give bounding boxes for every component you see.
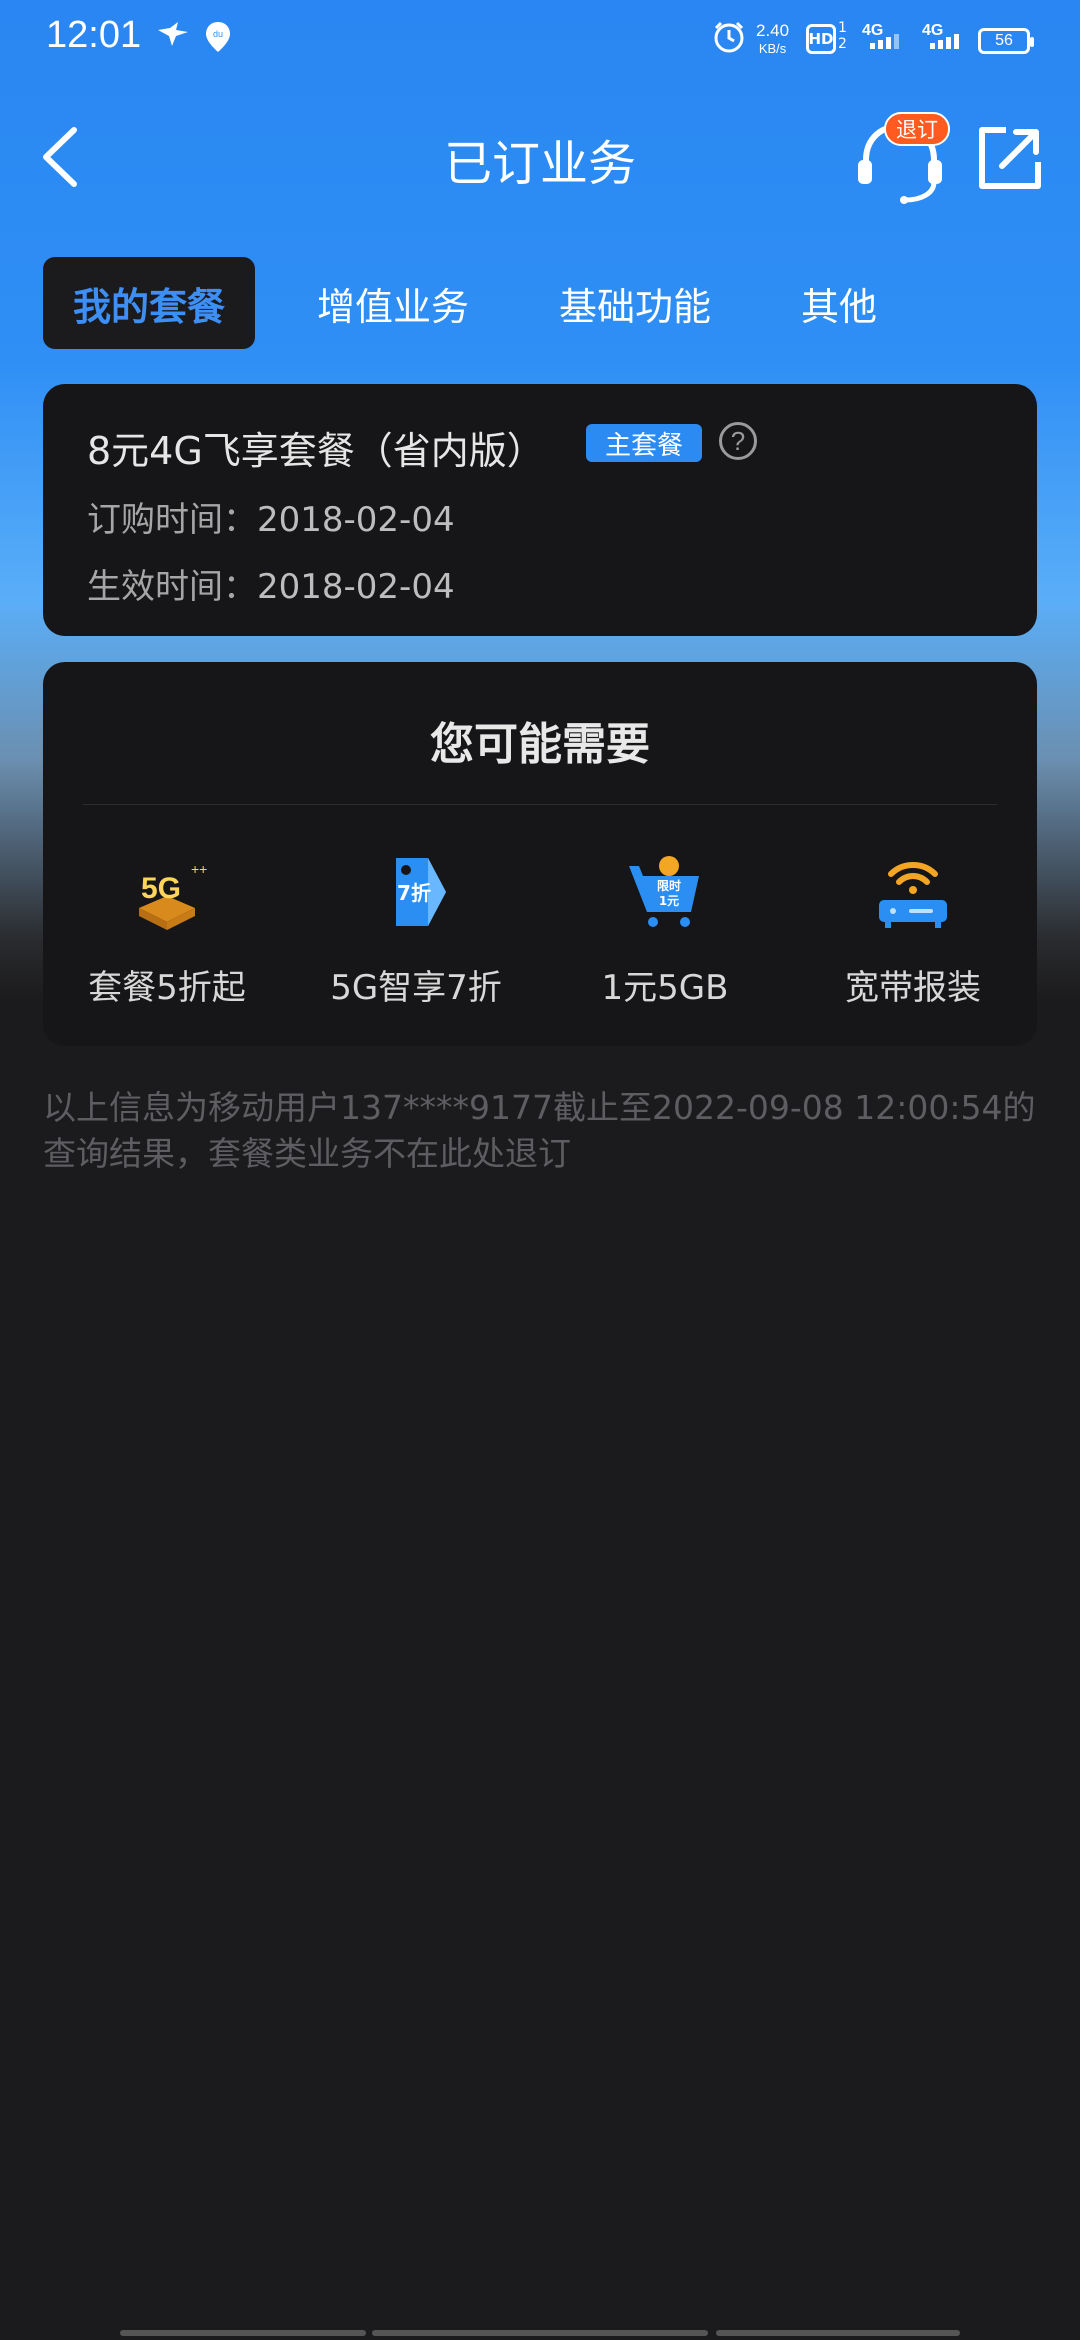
network-speed-unit: KB/s	[758, 41, 787, 56]
recommend-item-5g-discount[interactable]: 7折 5G智享7折	[292, 852, 540, 1009]
battery-icon: 56	[978, 28, 1034, 54]
shopping-cart-icon: 限时 1元	[629, 856, 699, 927]
wifi-router-icon	[879, 862, 947, 928]
tab-bar: 我的套餐 增值业务 基础功能 其他	[43, 257, 877, 349]
main-plan-badge: 主套餐	[586, 424, 702, 462]
5g-gift-icon: 5G ++	[139, 861, 207, 930]
plan-card: 8元4G飞享套餐（省内版） 主套餐 ? 订购时间：2018-02-04 生效时间…	[43, 384, 1037, 636]
nav-gesture-bar-left[interactable]	[120, 2330, 366, 2336]
svg-text:++: ++	[191, 861, 207, 877]
cart-text-line-2: 1元	[659, 894, 679, 908]
svg-text:5G: 5G	[141, 872, 181, 905]
alarm-icon	[714, 21, 744, 53]
baidu-location-icon: du	[206, 22, 230, 52]
nav-gesture-bar-right[interactable]	[716, 2330, 960, 2336]
effective-time-value: 2018-02-04	[257, 567, 455, 607]
help-icon[interactable]: ?	[719, 422, 757, 460]
recommend-item-1yuan-5gb[interactable]: 限时 1元 1元5GB	[541, 852, 789, 1009]
network-speed-value: 2.40	[756, 21, 790, 40]
status-bar: 12:01 du 2.40 KB/s HD 1 2 4G 4G 56	[0, 0, 1080, 84]
nav-gesture-bar-center[interactable]	[372, 2330, 708, 2336]
recommend-label: 宽带报装	[845, 968, 981, 1008]
network-speed: 2.40 KB/s	[756, 22, 789, 58]
share-icon[interactable]	[976, 124, 1044, 192]
recommend-label: 套餐5折起	[88, 968, 246, 1008]
discount-tag-icon: 7折	[396, 858, 446, 926]
svg-text:du: du	[213, 29, 223, 39]
recommend-title: 您可能需要	[430, 719, 650, 770]
recommend-item-broadband[interactable]: 宽带报装	[789, 852, 1037, 1009]
tab-basic-functions[interactable]: 基础功能	[559, 257, 711, 349]
recommend-label: 1元5GB	[601, 968, 729, 1008]
hd-voice-icon: HD	[806, 24, 836, 54]
unsubscribe-badge[interactable]: 退订	[884, 112, 950, 146]
tab-value-added[interactable]: 增值业务	[317, 257, 469, 349]
order-time-label: 订购时间：	[87, 500, 257, 540]
sim-numbers: 1 2	[838, 20, 847, 52]
effective-time-label: 生效时间：	[87, 567, 257, 607]
recommend-label: 5G智享7折	[330, 968, 502, 1008]
status-time: 12:01	[46, 14, 142, 56]
tab-my-plan[interactable]: 我的套餐	[43, 257, 255, 349]
order-time-row: 订购时间：2018-02-04	[87, 492, 455, 541]
effective-time-row: 生效时间：2018-02-04	[87, 559, 455, 608]
query-info-footnote: 以上信息为移动用户137****9177截止至2022-09-08 12:00:…	[43, 1088, 1036, 1173]
bird-notification-icon	[158, 22, 188, 46]
discount-tag-text: 7折	[397, 881, 431, 905]
cart-text-line-1: 限时	[657, 878, 681, 893]
recommend-card: 您可能需要 5G ++ 套餐5折起 7折 5G智享7折 限时 1元 1元5GB …	[43, 662, 1037, 1046]
sim1-signal-icon	[870, 34, 899, 49]
recommend-item-plan-discount[interactable]: 5G ++ 套餐5折起	[43, 852, 291, 1009]
sim2-signal-icon	[930, 34, 959, 49]
order-time-value: 2018-02-04	[257, 500, 455, 540]
plan-name: 8元4G飞享套餐（省内版）	[87, 429, 545, 473]
divider	[83, 804, 997, 805]
tab-other[interactable]: 其他	[801, 257, 877, 349]
